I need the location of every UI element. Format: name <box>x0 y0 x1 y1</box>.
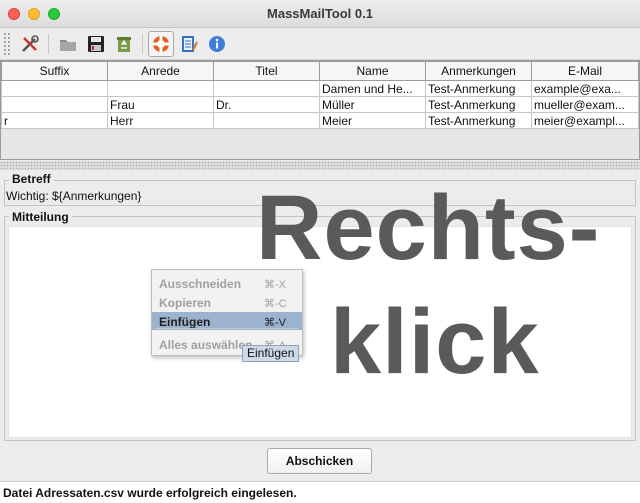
lifebuoy-icon <box>153 36 169 52</box>
table-cell[interactable]: Herr <box>107 112 214 129</box>
tools-icon <box>22 35 39 52</box>
toolbar-separator <box>48 34 49 54</box>
info-button[interactable] <box>204 31 230 57</box>
column-header-titel[interactable]: Titel <box>213 61 320 81</box>
table-row[interactable]: Damen und He... Test-Anmerkung example@e… <box>1 80 639 97</box>
menu-divider <box>155 328 299 329</box>
open-button[interactable] <box>55 31 81 57</box>
menu-item-cut[interactable]: Ausschneiden ⌘-X <box>152 274 302 292</box>
folder-icon <box>60 40 76 51</box>
table-cell[interactable]: example@exa... <box>531 80 639 97</box>
menu-item-shortcut: ⌘-C <box>264 298 287 310</box>
recycle-icon <box>117 37 131 52</box>
menu-item-label: Alles auswählen <box>159 338 253 352</box>
table-cell[interactable]: Damen und He... <box>319 80 426 97</box>
table-cell[interactable] <box>107 80 214 97</box>
window-title: MassMailTool 0.1 <box>267 6 373 21</box>
table-cell[interactable] <box>1 96 108 113</box>
betreff-legend: Betreff <box>9 172 54 186</box>
overlay-text-line1: Rechts- <box>256 177 601 279</box>
table-row[interactable]: r Herr Meier Test-Anmerkung meier@exampl… <box>1 112 639 129</box>
info-icon <box>209 36 225 52</box>
tooltip: Einfügen <box>242 345 300 362</box>
address-table: Suffix Anrede Titel Name Anmerkungen E-M… <box>1 61 639 129</box>
table-cell[interactable]: Test-Anmerkung <box>425 80 532 97</box>
tools-button[interactable] <box>17 31 43 57</box>
toolbar-separator <box>142 34 143 54</box>
table-cell[interactable]: Dr. <box>213 96 320 113</box>
betreff-input[interactable]: Wichtig: ${Anmerkungen} <box>6 189 141 203</box>
help-button[interactable] <box>148 31 174 57</box>
status-text: Datei Adressaten.csv wurde erfolgreich e… <box>3 486 297 500</box>
table-cell[interactable]: Müller <box>319 96 426 113</box>
overlay-text-line2: klick <box>330 291 540 393</box>
menu-item-shortcut: ⌘-X <box>264 279 286 291</box>
table-cell[interactable]: mueller@exam... <box>531 96 639 113</box>
menu-item-copy[interactable]: Kopieren ⌘-C <box>152 293 302 311</box>
table-header-row: Suffix Anrede Titel Name Anmerkungen E-M… <box>1 61 639 81</box>
edit-list-button[interactable] <box>176 31 202 57</box>
column-header-anrede[interactable]: Anrede <box>107 61 214 81</box>
address-table-panel: Suffix Anrede Titel Name Anmerkungen E-M… <box>0 60 640 160</box>
clear-button[interactable] <box>111 31 137 57</box>
table-cell[interactable] <box>213 80 320 97</box>
table-cell[interactable]: r <box>1 112 108 129</box>
column-header-anmerkungen[interactable]: Anmerkungen <box>425 61 532 81</box>
table-cell[interactable]: Meier <box>319 112 426 129</box>
table-cell[interactable] <box>213 112 320 129</box>
edit-list-icon <box>182 36 198 52</box>
table-cell[interactable]: Test-Anmerkung <box>425 112 532 129</box>
toolbar-grip[interactable] <box>3 32 11 56</box>
menu-item-label: Ausschneiden <box>159 277 242 291</box>
app-window: MassMailTool 0.1 Suffix Anrede Titel Nam… <box>0 0 640 503</box>
table-cell[interactable]: Test-Anmerkung <box>425 96 532 113</box>
menu-item-label: Einfügen <box>159 315 211 329</box>
table-cell[interactable]: Frau <box>107 96 214 113</box>
table-cell[interactable]: meier@exampl... <box>531 112 639 129</box>
send-button[interactable]: Abschicken <box>267 448 372 474</box>
column-header-suffix[interactable]: Suffix <box>1 61 108 81</box>
toolbar <box>0 28 640 60</box>
table-cell[interactable] <box>1 80 108 97</box>
mitteilung-legend: Mitteilung <box>9 210 72 224</box>
save-icon <box>88 36 104 52</box>
column-header-name[interactable]: Name <box>319 61 426 81</box>
split-pane-divider[interactable] <box>0 161 640 170</box>
table-row[interactable]: Frau Dr. Müller Test-Anmerkung mueller@e… <box>1 96 639 113</box>
context-menu: Ausschneiden ⌘-X Kopieren ⌘-C Einfügen ⌘… <box>151 269 303 356</box>
status-bar: Datei Adressaten.csv wurde erfolgreich e… <box>0 481 640 503</box>
title-bar: MassMailTool 0.1 <box>0 0 640 28</box>
menu-item-label: Kopieren <box>159 296 212 310</box>
save-button[interactable] <box>83 31 109 57</box>
column-header-email[interactable]: E-Mail <box>531 61 639 81</box>
